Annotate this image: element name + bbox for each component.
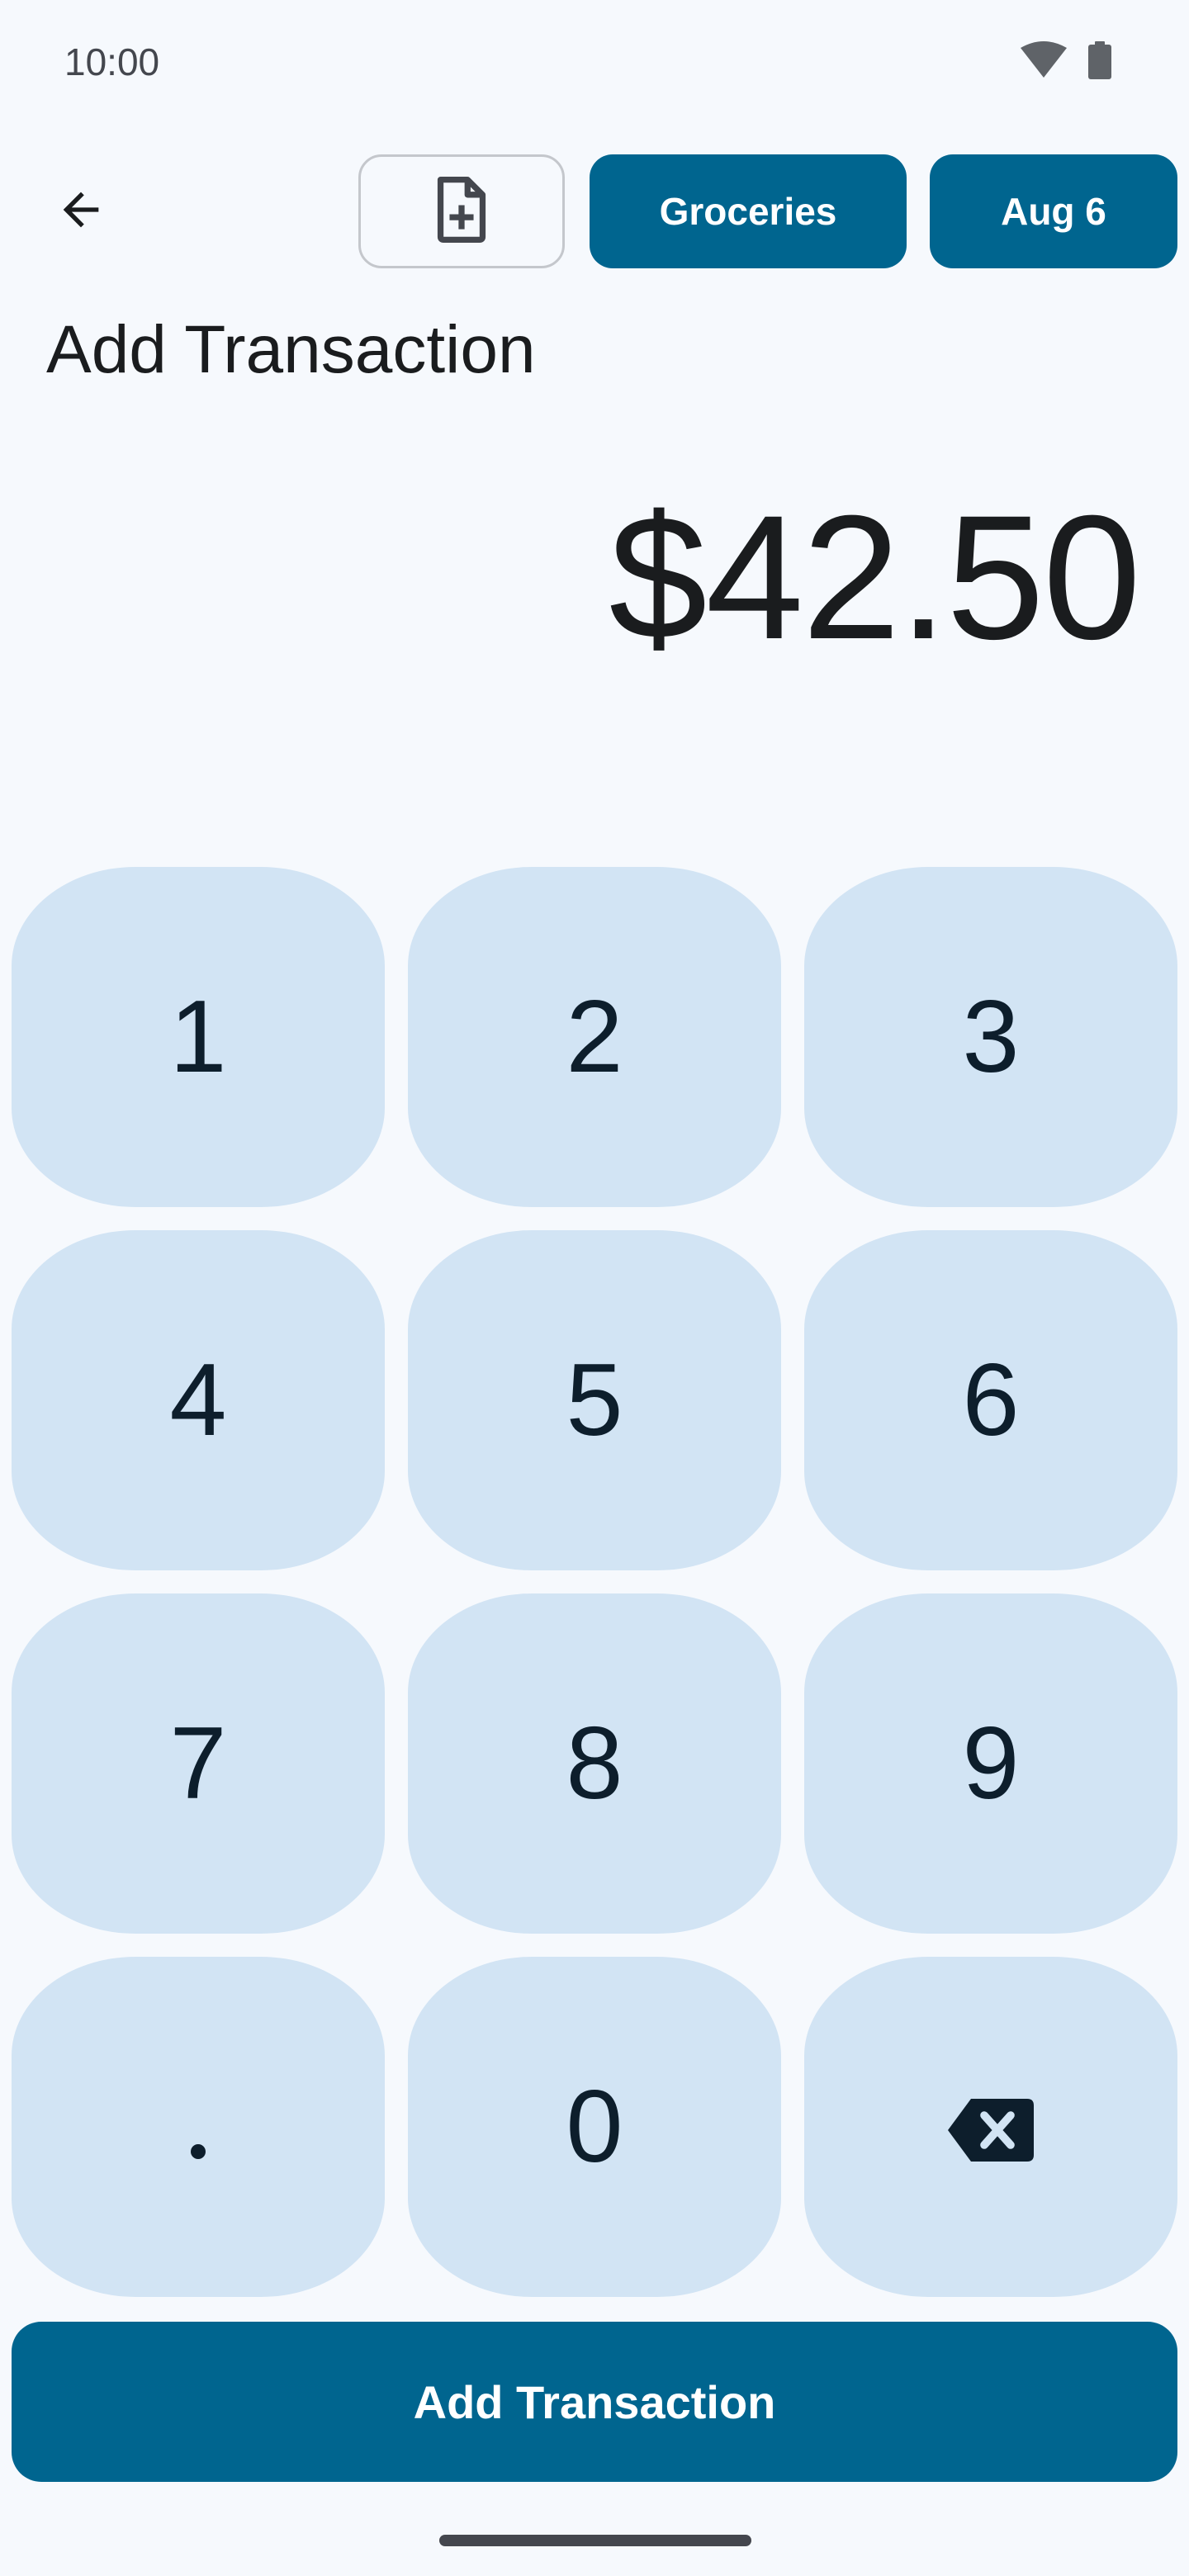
note-add-icon bbox=[433, 176, 490, 247]
key-8[interactable]: 8 bbox=[408, 1593, 781, 1934]
category-chip[interactable]: Groceries bbox=[590, 154, 907, 268]
backspace-icon bbox=[948, 2068, 1034, 2185]
wifi-icon bbox=[1021, 41, 1067, 79]
key-0[interactable]: 0 bbox=[408, 1957, 781, 2297]
key-6[interactable]: 6 bbox=[804, 1230, 1177, 1570]
key-9[interactable]: 9 bbox=[804, 1593, 1177, 1934]
decimal-point-glyph bbox=[191, 2144, 206, 2159]
key-4[interactable]: 4 bbox=[12, 1230, 385, 1570]
key-7[interactable]: 7 bbox=[12, 1593, 385, 1934]
status-icons bbox=[1021, 41, 1111, 79]
battery-icon bbox=[1088, 41, 1111, 79]
back-button[interactable] bbox=[40, 170, 122, 253]
amount-display: $42.50 bbox=[609, 479, 1141, 676]
gesture-navigation-bar[interactable] bbox=[439, 2535, 751, 2546]
status-time: 10:00 bbox=[64, 40, 160, 83]
attach-document-button[interactable] bbox=[358, 154, 565, 268]
key-2[interactable]: 2 bbox=[408, 867, 781, 1207]
numeric-keypad: 1 2 3 4 5 6 7 8 9 0 bbox=[12, 867, 1177, 2297]
key-3[interactable]: 3 bbox=[804, 867, 1177, 1207]
key-backspace[interactable] bbox=[804, 1957, 1177, 2297]
date-chip[interactable]: Aug 6 bbox=[930, 154, 1177, 268]
add-transaction-button[interactable]: Add Transaction bbox=[12, 2322, 1177, 2482]
key-1[interactable]: 1 bbox=[12, 867, 385, 1207]
key-decimal[interactable] bbox=[12, 1957, 385, 2297]
page-title: Add Transaction bbox=[46, 312, 536, 387]
arrow-back-icon bbox=[54, 183, 107, 240]
key-5[interactable]: 5 bbox=[408, 1230, 781, 1570]
